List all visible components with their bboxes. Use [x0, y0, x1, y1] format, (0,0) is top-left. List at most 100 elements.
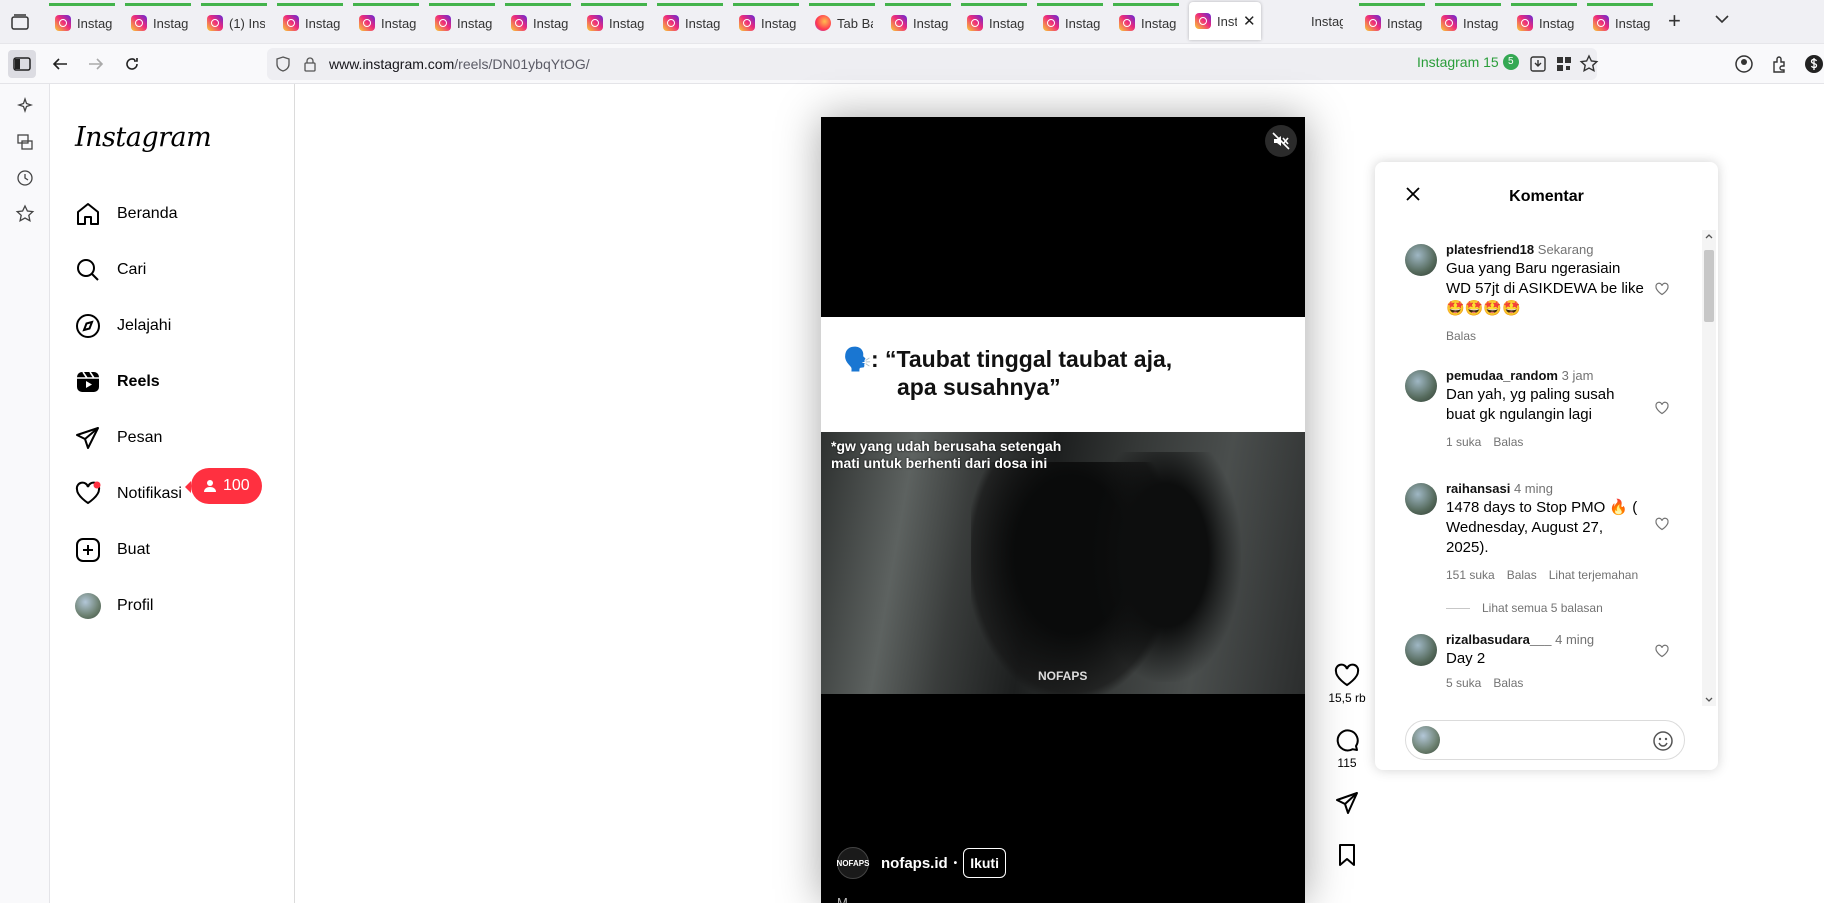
- scrollbar[interactable]: [1702, 230, 1716, 706]
- avatar[interactable]: [1405, 634, 1437, 666]
- comment-text: Day 2: [1446, 650, 1486, 667]
- nav-jelajahi[interactable]: Jelajahi: [75, 306, 171, 346]
- extensions-icon[interactable]: [1770, 54, 1790, 74]
- account-icon[interactable]: [1734, 54, 1754, 74]
- heart-icon[interactable]: [1655, 517, 1669, 531]
- browser-tab[interactable]: Instagram: [1435, 3, 1501, 40]
- reply-button[interactable]: Balas: [1446, 329, 1476, 343]
- reel-video[interactable]: 🗣️: “Taubat tinggal taubat aja, apa susa…: [821, 117, 1305, 903]
- notification-badge[interactable]: 100: [185, 468, 262, 504]
- share-action[interactable]: [1326, 791, 1368, 819]
- nav-beranda[interactable]: Beranda: [75, 194, 178, 234]
- like-count[interactable]: 5 suka: [1446, 676, 1481, 690]
- reply-button[interactable]: Balas: [1493, 435, 1523, 449]
- like-count[interactable]: 1 suka: [1446, 435, 1481, 449]
- shield-icon[interactable]: [275, 56, 291, 72]
- heart-icon[interactable]: [1655, 644, 1669, 658]
- comment-username[interactable]: rizalbasudara___: [1446, 632, 1552, 647]
- instagram-logo[interactable]: Instagram: [75, 122, 212, 153]
- browser-tab[interactable]: Instagram: [505, 3, 571, 40]
- browser-tab[interactable]: Instagram: [1511, 3, 1577, 40]
- instagram-icon: [1119, 15, 1135, 31]
- synced-tabs-icon[interactable]: [15, 132, 35, 152]
- browser-tab[interactable]: Instagram: [353, 3, 419, 40]
- reply-button[interactable]: Balas: [1507, 568, 1537, 582]
- qr-code-icon[interactable]: [1555, 55, 1573, 73]
- nav-notifikasi[interactable]: Notifikasi: [75, 474, 182, 514]
- ai-sparkle-icon[interactable]: [15, 96, 35, 116]
- reload-button[interactable]: [118, 50, 146, 78]
- author-avatar[interactable]: NOFAPS: [837, 847, 869, 879]
- url-text[interactable]: www.instagram.com/reels/DN01ybqYtOG/: [329, 56, 590, 72]
- avatar[interactable]: [1405, 370, 1437, 402]
- browser-tab[interactable]: Tab Baru: [809, 3, 875, 40]
- reel-caption-preview[interactable]: M...: [837, 895, 859, 903]
- browser-tab[interactable]: Instagram: [277, 3, 343, 40]
- emoji-icon[interactable]: [1652, 730, 1674, 752]
- avatar[interactable]: [1405, 483, 1437, 515]
- browser-tab[interactable]: Instagram: [1037, 3, 1103, 40]
- like-count[interactable]: 151 suka: [1446, 568, 1495, 582]
- mute-button[interactable]: [1265, 125, 1297, 157]
- nav-profil[interactable]: Profil: [75, 586, 153, 626]
- back-button[interactable]: [46, 50, 74, 78]
- reply-button[interactable]: Balas: [1493, 676, 1523, 690]
- browser-tab[interactable]: Instagram: [961, 3, 1027, 40]
- like-action[interactable]: 15,5 rb: [1326, 663, 1368, 705]
- nav-cari[interactable]: Cari: [75, 250, 146, 290]
- avatar[interactable]: [1405, 244, 1437, 276]
- download-icon[interactable]: [1529, 55, 1547, 73]
- nav-label: Profil: [117, 597, 154, 614]
- comment-text-field[interactable]: [1448, 729, 1628, 751]
- instagram-icon: [1441, 15, 1457, 31]
- browser-tab[interactable]: Instagram: [1359, 3, 1425, 40]
- browser-tab[interactable]: Instagram: [581, 3, 647, 40]
- nav-pesan[interactable]: Pesan: [75, 418, 162, 458]
- translate-link[interactable]: Lihat terjemahan: [1549, 568, 1638, 582]
- send-icon: [1336, 792, 1358, 814]
- chevron-down-icon[interactable]: [1713, 10, 1731, 28]
- browser-tab[interactable]: Instagram: [1587, 3, 1653, 40]
- container-tab-indicator[interactable]: Instagram 15 5: [1417, 54, 1519, 70]
- forward-button[interactable]: [82, 50, 110, 78]
- browser-tab[interactable]: Instagram: [49, 3, 115, 40]
- new-tab-icon[interactable]: +: [1668, 8, 1681, 34]
- comment-username[interactable]: raihansasi: [1446, 481, 1510, 496]
- comment-username[interactable]: platesfriend18: [1446, 242, 1534, 257]
- browser-tab[interactable]: Instagram ✕: [1189, 2, 1261, 40]
- follow-button[interactable]: Ikuti: [963, 848, 1006, 878]
- browser-tab[interactable]: Instagram: [657, 3, 723, 40]
- comment-action[interactable]: 115: [1326, 728, 1368, 770]
- star-icon[interactable]: [1579, 54, 1599, 74]
- chevron-down-icon[interactable]: [1705, 696, 1713, 704]
- instagram-icon: [435, 15, 451, 31]
- bookmarks-star-icon[interactable]: [15, 204, 35, 224]
- browser-tab[interactable]: Instagram: [125, 3, 191, 40]
- lock-icon[interactable]: [303, 56, 317, 72]
- browser-tab[interactable]: (1) Instagram: [201, 3, 267, 40]
- tab-manager-icon[interactable]: [10, 13, 30, 31]
- tab-label: Instagram: [153, 15, 189, 31]
- browser-tab[interactable]: Instagram: [1283, 3, 1343, 40]
- heart-icon[interactable]: [1655, 401, 1669, 415]
- sidebar-toggle-button[interactable]: [8, 50, 36, 78]
- nav-reels[interactable]: Reels: [75, 362, 160, 402]
- dollar-icon[interactable]: [1804, 54, 1824, 74]
- browser-tab[interactable]: Instagram: [885, 3, 951, 40]
- history-icon[interactable]: [15, 168, 35, 188]
- heart-icon[interactable]: [1655, 282, 1669, 296]
- save-action[interactable]: [1326, 843, 1368, 871]
- comment-username[interactable]: pemudaa_random: [1446, 368, 1558, 383]
- comment-input[interactable]: [1405, 720, 1685, 760]
- browser-sidebar: [0, 84, 50, 903]
- scrollbar-thumb[interactable]: [1704, 250, 1714, 322]
- browser-tab[interactable]: Instagram: [733, 3, 799, 40]
- browser-tab[interactable]: Instagram: [429, 3, 495, 40]
- nav-buat[interactable]: Buat: [75, 530, 150, 570]
- close-tab-icon[interactable]: ✕: [1243, 12, 1256, 30]
- chevron-up-icon[interactable]: [1705, 232, 1713, 240]
- view-replies-link[interactable]: Lihat semua 5 balasan: [1446, 601, 1603, 615]
- address-bar[interactable]: www.instagram.com/reels/DN01ybqYtOG/ Ins…: [267, 48, 1599, 80]
- author-name[interactable]: nofaps.id: [881, 855, 948, 872]
- browser-tab[interactable]: Instagram: [1113, 3, 1179, 40]
